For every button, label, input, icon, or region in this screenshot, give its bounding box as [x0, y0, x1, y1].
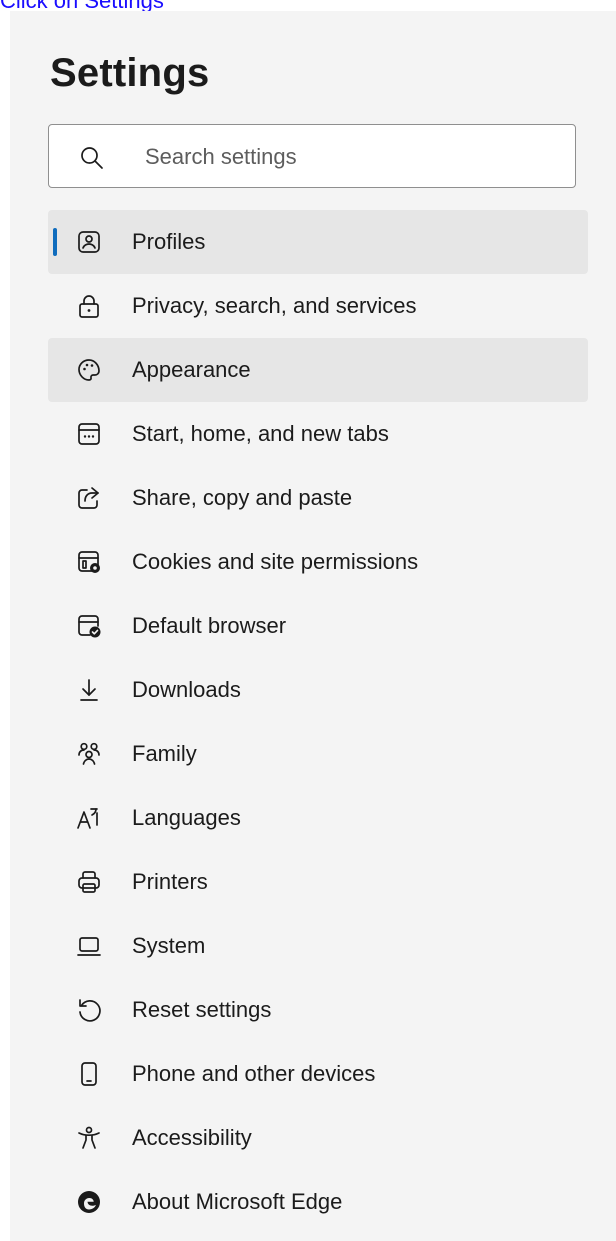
sidebar-item-privacy[interactable]: Privacy, search, and services	[48, 274, 588, 338]
palette-icon	[78, 359, 100, 381]
profile-icon	[78, 231, 100, 253]
sidebar-item-label: Phone and other devices	[132, 1061, 376, 1086]
sidebar-item-label: Reset settings	[132, 997, 272, 1022]
sidebar-item-label: Privacy, search, and services	[132, 293, 417, 318]
printer-icon	[78, 871, 100, 893]
sidebar-item-family[interactable]: Family	[48, 722, 588, 786]
download-icon	[80, 679, 98, 701]
sidebar-item-label: About Microsoft Edge	[132, 1189, 343, 1214]
cookies-icon	[78, 551, 100, 573]
sidebar-item-accessibility[interactable]: Accessibility	[48, 1106, 588, 1170]
default-browser-icon	[78, 615, 101, 638]
edge-logo-icon	[78, 1191, 100, 1213]
page-title: Settings	[50, 51, 210, 95]
sidebar-item-start-home[interactable]: Start, home, and new tabs	[48, 402, 588, 466]
share-icon	[78, 487, 99, 509]
sidebar-item-reset[interactable]: Reset settings	[48, 978, 588, 1042]
sidebar-item-label: Start, home, and new tabs	[132, 421, 389, 446]
laptop-icon	[77, 937, 101, 956]
reset-icon	[79, 999, 101, 1022]
sidebar-item-appearance[interactable]: Appearance	[48, 338, 588, 402]
sidebar-item-label: Profiles	[132, 229, 206, 254]
sidebar-item-downloads[interactable]: Downloads	[48, 658, 588, 722]
search-icon	[81, 147, 103, 169]
sidebar-item-label: Languages	[132, 805, 241, 830]
sidebar-item-label: Appearance	[132, 357, 251, 382]
sidebar-item-languages[interactable]: Languages	[48, 786, 588, 850]
home-tab-icon	[78, 423, 100, 445]
sidebar-item-default-browser[interactable]: Default browser	[48, 594, 588, 658]
sidebar-item-cookies[interactable]: Cookies and site permissions	[48, 530, 588, 594]
search-box[interactable]	[48, 124, 576, 189]
sidebar-item-label: Share, copy and paste	[132, 485, 353, 510]
sidebar-item-label: Default browser	[132, 613, 287, 638]
sidebar-item-profiles[interactable]: Profiles	[48, 210, 588, 274]
sidebar-item-label: Accessibility	[132, 1125, 252, 1150]
sidebar-item-phone[interactable]: Phone and other devices	[48, 1042, 588, 1106]
lock-icon	[79, 295, 99, 318]
phone-icon	[81, 1062, 97, 1086]
family-icon	[78, 742, 100, 765]
instruction-caption: Click on Settings	[0, 0, 164, 13]
sidebar-item-label: System	[132, 933, 206, 958]
settings-nav: Profiles Privacy, search, and services A…	[48, 210, 588, 1234]
sidebar-item-system[interactable]: System	[48, 914, 588, 978]
search-input[interactable]	[143, 125, 567, 189]
sidebar-item-label: Family	[132, 741, 197, 766]
sidebar-item-label: Printers	[132, 869, 208, 894]
selected-indicator	[53, 228, 57, 256]
sidebar-item-printers[interactable]: Printers	[48, 850, 588, 914]
accessibility-icon	[78, 1126, 100, 1149]
sidebar-item-share[interactable]: Share, copy and paste	[48, 466, 588, 530]
languages-icon	[77, 808, 98, 829]
settings-sidebar: Settings Profiles Privacy, search, and s…	[10, 11, 616, 1241]
sidebar-item-label: Downloads	[132, 677, 241, 702]
sidebar-item-about[interactable]: About Microsoft Edge	[48, 1170, 588, 1234]
sidebar-item-label: Cookies and site permissions	[132, 549, 419, 574]
